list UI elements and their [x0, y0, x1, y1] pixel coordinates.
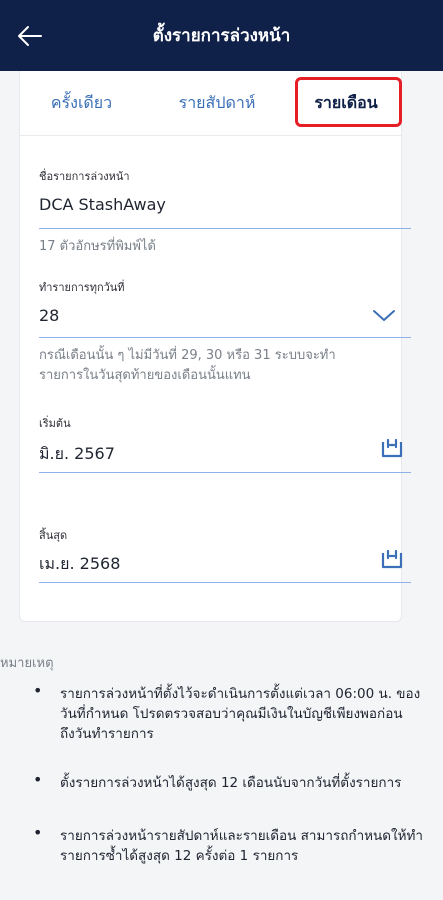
- note-item-3-line-2: รายการซ้ำได้สูงสุด 12 ครั้งต่อ 1 รายการ: [60, 848, 299, 864]
- top-app-bar: ตั้งรายการล่วงหน้า: [0, 0, 443, 71]
- day-dropdown-button[interactable]: [372, 308, 396, 327]
- schedule-form-card: ครั้งเดียว รายสัปดาห์ รายเดือน ชื่อรายกา…: [19, 71, 411, 622]
- start-field-label: เริ่มต้น: [39, 417, 71, 430]
- end-field-label: สิ้นสุด: [39, 529, 68, 542]
- start-date-picker-button[interactable]: [381, 438, 403, 463]
- note-bullet: •: [33, 770, 43, 789]
- name-field-label: ชื่อรายการล่วงหน้า: [39, 170, 130, 183]
- start-field-underline: [39, 472, 411, 473]
- note-bullet: •: [33, 823, 43, 842]
- calendar-icon: [381, 549, 403, 569]
- name-field-underline: [39, 228, 411, 229]
- name-field-hint: 17 ตัวอักษรที่พิมพ์ได้: [39, 239, 156, 254]
- note-bullet: •: [33, 681, 43, 700]
- day-field-hint-1: กรณีเดือนนั้น ๆ ไม่มีวันที่ 29, 30 หรือ …: [39, 348, 336, 363]
- notes-title: หมายเหตุ: [0, 656, 54, 671]
- note-item-1-line-1: รายการล่วงหน้าที่ตั้งไว้จะดำเนินการตั้งแ…: [60, 686, 421, 702]
- page-title: ตั้งรายการล่วงหน้า: [152, 26, 291, 46]
- note-item-1-line-2: วันที่กำหนด โปรดตรวจสอบว่าคุณมีเงินในบัญ…: [60, 706, 403, 722]
- tab-one-time[interactable]: ครั้งเดียว: [20, 71, 143, 135]
- highlight-annotation-box: [295, 77, 402, 127]
- tab-weekly[interactable]: รายสัปดาห์: [143, 71, 291, 135]
- end-date-field[interactable]: เม.ย. 2568: [39, 552, 120, 577]
- day-select[interactable]: 28: [39, 306, 59, 325]
- day-field-underline: [39, 337, 411, 338]
- note-item-1-line-3: ถึงวันทำรายการ: [60, 726, 154, 742]
- note-item-2-line-1: ตั้งรายการล่วงหน้าได้สูงสุด 12 เดือนนับจ…: [60, 775, 402, 791]
- note-item-3-line-1: รายการล่วงหน้ารายสัปดาห์และรายเดือน สามา…: [60, 828, 424, 844]
- name-field[interactable]: DCA StashAway: [39, 195, 166, 214]
- calendar-icon: [381, 438, 403, 458]
- frequency-tabs: ครั้งเดียว รายสัปดาห์ รายเดือน: [20, 71, 402, 136]
- day-field-label: ทำรายการทุกวันที่: [39, 281, 125, 294]
- day-field-hint-2: รายการในวันสุดท้ายของเดือนนั้นแทน: [39, 368, 251, 383]
- start-date-field[interactable]: มิ.ย. 2567: [39, 442, 115, 467]
- chevron-down-icon: [373, 310, 395, 321]
- end-date-picker-button[interactable]: [381, 549, 403, 574]
- end-field-underline: [39, 582, 411, 583]
